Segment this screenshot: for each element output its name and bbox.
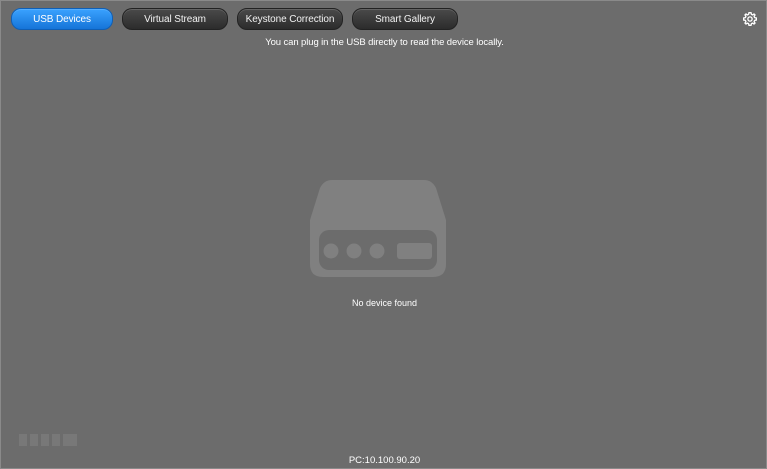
tab-keystone-correction[interactable]: Keystone Correction bbox=[237, 8, 343, 30]
app-window: USB Devices Virtual Stream Keystone Corr… bbox=[0, 0, 767, 469]
no-device-message: No device found bbox=[351, 298, 418, 308]
usb-hint-text: You can plug in the USB directly to read… bbox=[265, 37, 504, 48]
tab-label: Virtual Stream bbox=[144, 13, 206, 25]
usb-drive-icon bbox=[310, 180, 446, 277]
tab-smart-gallery[interactable]: Smart Gallery bbox=[352, 8, 458, 30]
gear-icon[interactable] bbox=[742, 11, 758, 27]
brand-watermark-logo bbox=[19, 434, 77, 446]
tab-bar: USB Devices Virtual Stream Keystone Corr… bbox=[11, 8, 458, 30]
tab-virtual-stream[interactable]: Virtual Stream bbox=[122, 8, 228, 30]
tab-label: Keystone Correction bbox=[245, 13, 335, 25]
pc-address: PC:10.100.90.20 bbox=[348, 455, 421, 466]
tab-usb-devices[interactable]: USB Devices bbox=[11, 8, 113, 30]
tab-label: USB Devices bbox=[33, 13, 91, 25]
tab-label: Smart Gallery bbox=[375, 13, 435, 25]
